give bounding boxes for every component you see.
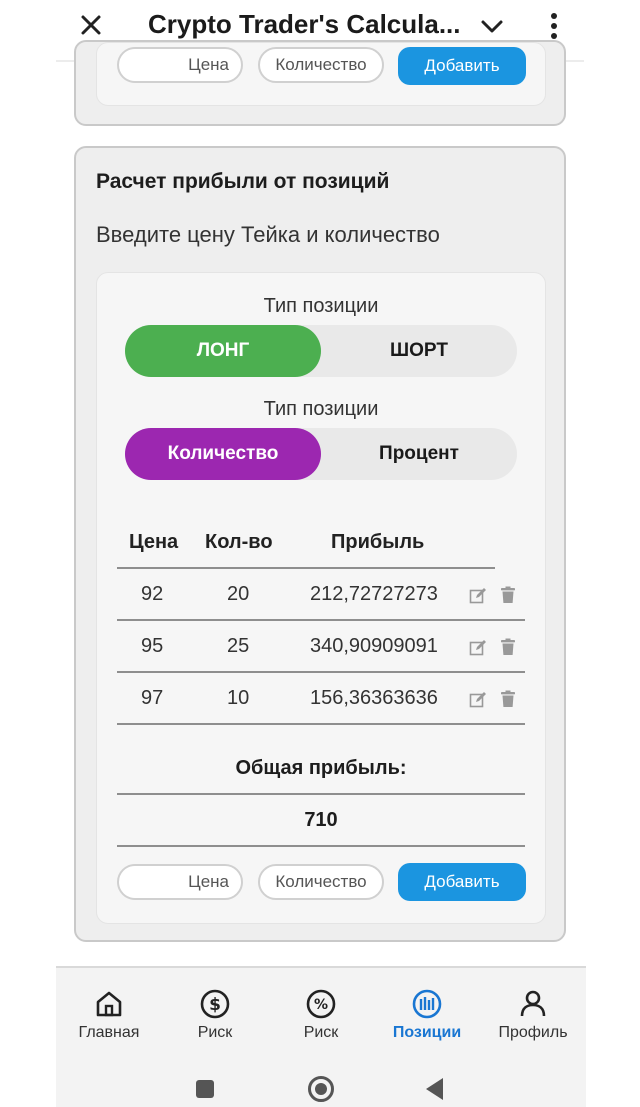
home-icon: [96, 991, 122, 1017]
profit-card: Расчет прибыли от позиций Введите цену Т…: [74, 146, 566, 942]
row-price: 95: [141, 635, 164, 657]
nav-label: Позиции: [392, 1024, 462, 1041]
system-navigation-bar: [56, 1060, 586, 1107]
close-icon[interactable]: [76, 10, 106, 40]
trash-icon[interactable]: [499, 690, 517, 708]
previous-card-inner: Цена Количество Добавить: [96, 42, 546, 106]
trash-icon[interactable]: [499, 638, 517, 656]
price-input[interactable]: Цена: [117, 864, 243, 900]
percent-mode-option[interactable]: Процент: [321, 428, 517, 480]
nav-label: Главная: [78, 1024, 140, 1041]
position-type-toggle: ЛОНГ ШОРТ: [125, 325, 517, 377]
chevron-down-icon[interactable]: [478, 12, 506, 40]
row-qty: 20: [227, 583, 250, 605]
row-divider: [117, 723, 525, 725]
total-divider: [117, 793, 525, 795]
row-price: 97: [141, 687, 164, 709]
position-type-label: Тип позиции: [263, 295, 379, 317]
column-header-profit: Прибыль: [331, 531, 425, 553]
card-title: Расчет прибыли от позиций: [96, 170, 390, 193]
total-bottom-divider: [117, 845, 525, 847]
header-divider: [117, 567, 495, 569]
row-qty: 25: [227, 635, 250, 657]
home-button-icon[interactable]: [308, 1076, 334, 1102]
trash-icon[interactable]: [499, 586, 517, 604]
nav-item-risk-dollar[interactable]: $ Риск: [162, 968, 268, 1062]
row-divider: [117, 671, 525, 673]
nav-item-profile[interactable]: Профиль: [480, 968, 586, 1062]
chart-bars-icon: [412, 989, 442, 1019]
quantity-mode-option[interactable]: Количество: [125, 428, 321, 480]
bottom-navigation: Главная $ Риск % Риск Позиции Профиль: [56, 966, 586, 1060]
calculator-panel: Тип позиции ЛОНГ ШОРТ Тип позиции Количе…: [96, 272, 546, 924]
previous-card: Цена Количество Добавить: [74, 40, 566, 126]
row-price: 92: [141, 583, 164, 605]
row-profit: 156,36363636: [310, 687, 438, 709]
short-option[interactable]: ШОРТ: [321, 325, 517, 377]
more-vert-icon[interactable]: [542, 10, 566, 42]
app-title: Crypto Trader's Calcula...: [148, 9, 461, 39]
nav-label: Риск: [303, 1024, 339, 1041]
nav-label: Риск: [197, 1024, 233, 1041]
percent-icon: %: [306, 989, 336, 1019]
row-profit: 340,90909091: [310, 635, 438, 657]
card-subtitle: Введите цену Тейка и количество: [96, 222, 440, 247]
edit-icon[interactable]: [469, 691, 487, 709]
column-header-price: Цена: [129, 531, 179, 553]
price-input-label: Цена: [188, 872, 229, 891]
row-qty: 10: [227, 687, 250, 709]
nav-item-positions[interactable]: Позиции: [374, 968, 480, 1062]
add-button[interactable]: Добавить: [398, 47, 526, 85]
edit-icon[interactable]: [469, 639, 487, 657]
price-input-label: Цена: [188, 55, 229, 74]
row-profit: 212,72727273: [310, 583, 438, 605]
long-option[interactable]: ЛОНГ: [125, 325, 321, 377]
recents-icon[interactable]: [196, 1080, 214, 1098]
edit-icon[interactable]: [469, 587, 487, 605]
back-icon[interactable]: [426, 1078, 443, 1100]
add-button[interactable]: Добавить: [398, 863, 526, 901]
person-icon: [520, 990, 546, 1017]
total-profit-label: Общая прибыль:: [235, 757, 407, 779]
price-input[interactable]: Цена: [117, 47, 243, 83]
quantity-input[interactable]: Количество: [258, 47, 384, 83]
dollar-icon: $: [200, 989, 230, 1019]
quantity-input[interactable]: Количество: [258, 864, 384, 900]
total-profit-value: 710: [304, 809, 338, 831]
nav-item-home[interactable]: Главная: [56, 968, 162, 1062]
quantity-input-label: Количество: [275, 55, 367, 74]
quantity-input-label: Количество: [275, 872, 367, 891]
mode-type-toggle: Количество Процент: [125, 428, 517, 480]
row-divider: [117, 619, 525, 621]
column-header-qty: Кол-во: [205, 531, 273, 553]
svg-text:%: %: [314, 997, 328, 1013]
nav-item-risk-percent[interactable]: % Риск: [268, 968, 374, 1062]
svg-text:$: $: [209, 995, 221, 1015]
nav-label: Профиль: [498, 1024, 568, 1041]
mode-type-label: Тип позиции: [263, 398, 379, 420]
